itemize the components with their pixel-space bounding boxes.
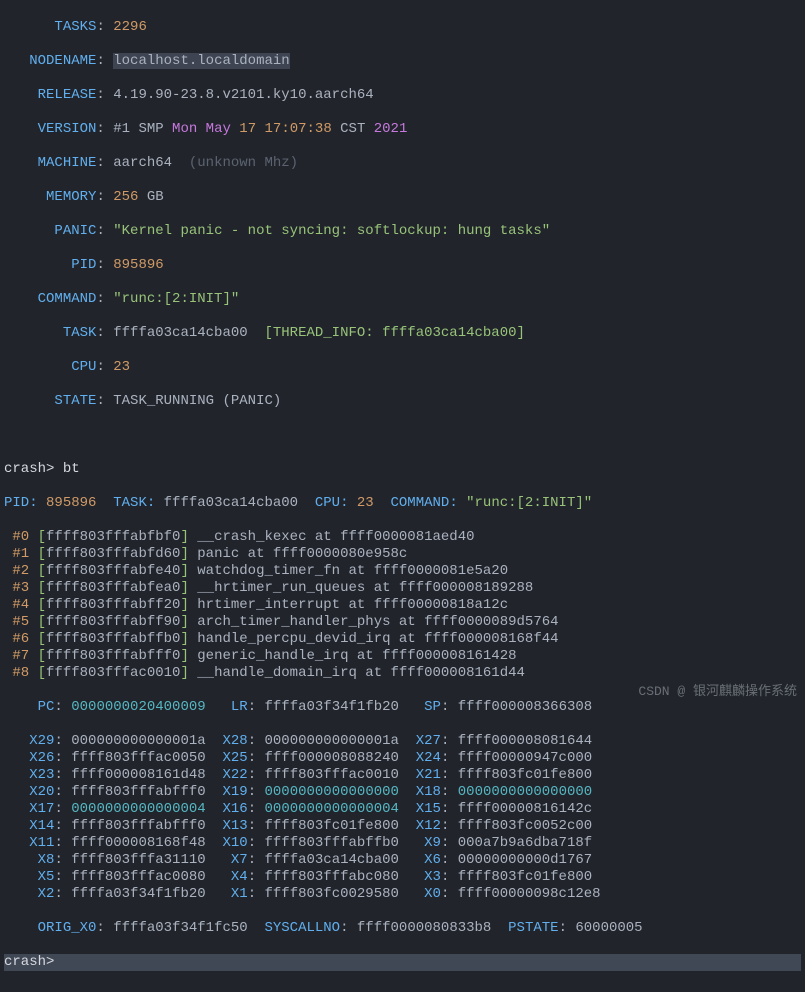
release-line: RELEASE: 4.19.90-23.8.v2101.ky10.aarch64 <box>4 87 801 104</box>
tasks-value: 2296 <box>113 19 147 35</box>
release-label: RELEASE <box>38 87 97 103</box>
release-value: 4.19.90-23.8.v2101.ky10.aarch64 <box>113 87 373 103</box>
register-row: X2: ffffa03f34f1fb20 X1: ffff803fc002958… <box>4 886 801 903</box>
command-label: COMMAND <box>38 291 97 307</box>
nodename-line: NODENAME: localhost.localdomain <box>4 53 801 70</box>
pid-line: PID: 895896 <box>4 257 801 274</box>
stack-frame: #6 [ffff803fffabffb0] handle_percpu_devi… <box>4 631 801 648</box>
stack-frame: #8 [ffff803fffac0010] __handle_domain_ir… <box>4 665 801 682</box>
crash-prompt-line[interactable]: crash> <box>4 954 801 971</box>
register-row: X23: ffff000008161d48 X22: ffff803fffac0… <box>4 767 801 784</box>
register-row: X5: ffff803fffac0080 X4: ffff803fffabc08… <box>4 869 801 886</box>
tasks-label: TASKS <box>54 19 96 35</box>
stack-frame: #2 [ffff803fffabfe40] watchdog_timer_fn … <box>4 563 801 580</box>
task-label: TASK <box>63 325 97 341</box>
watermark-text: CSDN @ 银河麒麟操作系统 <box>638 683 797 700</box>
register-row: X29: 000000000000001a X28: 0000000000000… <box>4 733 801 750</box>
bt-header-line: PID: 895896 TASK: ffffa03ca14cba00 CPU: … <box>4 495 801 512</box>
blank-line <box>4 427 801 444</box>
machine-line: MACHINE: aarch64 (unknown Mhz) <box>4 155 801 172</box>
cpu-line: CPU: 23 <box>4 359 801 376</box>
register-row: X17: 0000000000000004 X16: 0000000000000… <box>4 801 801 818</box>
nodename-label: NODENAME <box>29 53 96 69</box>
stack-frame: #0 [ffff803fffabfbf0] __crash_kexec at f… <box>4 529 801 546</box>
version-label: VERSION <box>38 121 97 137</box>
state-value: TASK_RUNNING (PANIC) <box>113 393 281 409</box>
register-row: X8: ffff803fffa31110 X7: ffffa03ca14cba0… <box>4 852 801 869</box>
bt-command: bt <box>63 461 80 477</box>
memory-line: MEMORY: 256 GB <box>4 189 801 206</box>
panic-line: PANIC: "Kernel panic - not syncing: soft… <box>4 223 801 240</box>
terminal-output: TASKS: 2296 NODENAME: localhost.localdom… <box>0 0 805 992</box>
stack-frame: #5 [ffff803fffabff90] arch_timer_handler… <box>4 614 801 631</box>
register-row: X26: ffff803fffac0050 X25: ffff000008088… <box>4 750 801 767</box>
crash-prompt: crash> <box>4 461 63 477</box>
command-value: "runc:[2:INIT]" <box>113 291 239 307</box>
regs-pc-line: PC: 0000000020400009 LR: ffffa03f34f1fb2… <box>4 699 801 716</box>
stack-frame: #1 [ffff803fffabfd60] panic at ffff00000… <box>4 546 801 563</box>
task-line: TASK: ffffa03ca14cba00 [THREAD_INFO: fff… <box>4 325 801 342</box>
thread-info: [THREAD_INFO: ffffa03ca14cba00] <box>264 325 524 341</box>
memory-label: MEMORY <box>46 189 96 205</box>
stack-frame: #4 [ffff803fffabff20] hrtimer_interrupt … <box>4 597 801 614</box>
machine-label: MACHINE <box>38 155 97 171</box>
register-row: X11: ffff000008168f48 X10: ffff803fffabf… <box>4 835 801 852</box>
cpu-label: CPU <box>71 359 96 375</box>
tasks-line: TASKS: 2296 <box>4 19 801 36</box>
pid-value: 895896 <box>113 257 163 273</box>
state-label: STATE <box>54 393 96 409</box>
cpu-value: 23 <box>113 359 130 375</box>
state-line: STATE: TASK_RUNNING (PANIC) <box>4 393 801 410</box>
register-row: X20: ffff803fffabfff0 X19: 0000000000000… <box>4 784 801 801</box>
register-row: X14: ffff803fffabfff0 X13: ffff803fc01fe… <box>4 818 801 835</box>
stack-frame: #3 [ffff803fffabfea0] __hrtimer_run_queu… <box>4 580 801 597</box>
stack-frame: #7 [ffff803fffabfff0] generic_handle_irq… <box>4 648 801 665</box>
command-line: COMMAND: "runc:[2:INIT]" <box>4 291 801 308</box>
orig-x0-line: ORIG_X0: ffffa03f34f1fc50 SYSCALLNO: fff… <box>4 920 801 937</box>
pid-label: PID <box>71 257 96 273</box>
nodename-value: localhost.localdomain <box>113 53 289 69</box>
version-line: VERSION: #1 SMP Mon May 17 17:07:38 CST … <box>4 121 801 138</box>
panic-value: "Kernel panic - not syncing: softlockup:… <box>113 223 550 239</box>
panic-label: PANIC <box>54 223 96 239</box>
bt-command-line[interactable]: crash> bt <box>4 461 801 478</box>
